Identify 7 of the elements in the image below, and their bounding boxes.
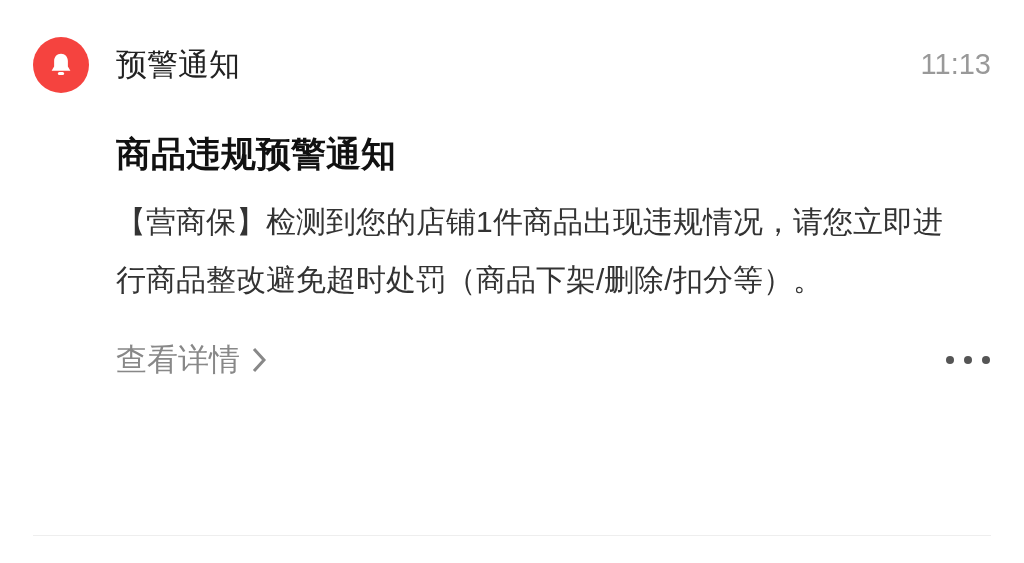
view-details-link[interactable]: 查看详情 xyxy=(116,337,268,384)
app-name: 预警通知 xyxy=(116,45,240,84)
notification-title: 商品违规预警通知 xyxy=(116,133,397,175)
notification-time: 11:13 xyxy=(920,47,991,83)
notification-body: 【营商保】检测到您的店铺1件商品出现违规情况，请您立即进行商品整改避免超时处罚（商品下架/删除/扣分等）。 xyxy=(116,204,944,298)
bell-icon xyxy=(33,37,89,93)
more-icon[interactable] xyxy=(945,355,991,366)
